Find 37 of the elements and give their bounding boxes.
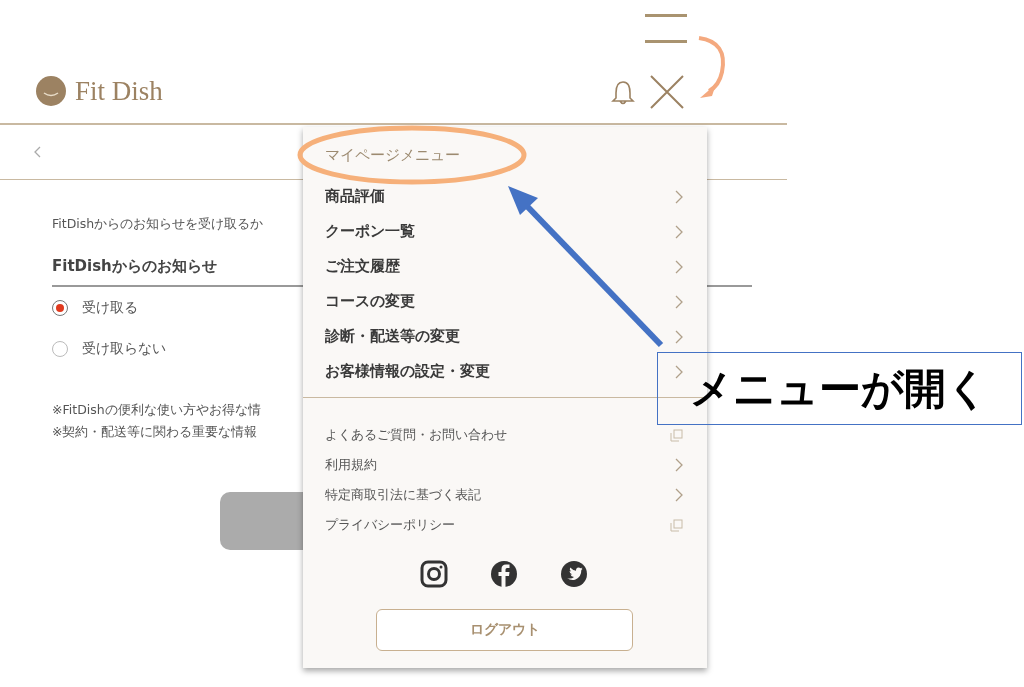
menu-item[interactable]: クーポン一覧 — [325, 222, 415, 241]
menu-item[interactable]: お客様情報の設定・変更 — [325, 362, 490, 381]
logo-icon — [35, 75, 67, 107]
radio-label[interactable]: 受け取らない — [82, 339, 166, 358]
note-text: ※FitDishの便利な使い方やお得な情 — [52, 401, 261, 419]
menu-link[interactable]: よくあるご質問・お問い合わせ — [325, 426, 507, 444]
curved-arrow — [698, 36, 725, 98]
logo-text[interactable]: Fit Dish — [75, 75, 163, 107]
chevron-icon — [675, 294, 683, 309]
chevron-icon — [675, 458, 683, 472]
chevron-icon — [675, 189, 683, 204]
external-link-icon — [670, 428, 683, 442]
menu-item[interactable]: コースの変更 — [325, 292, 415, 311]
menu-title: マイページメニュー — [325, 144, 460, 166]
close-icon[interactable] — [649, 75, 685, 109]
menu-item[interactable]: 診断・配送等の変更 — [325, 327, 460, 346]
note-text: ※契約・配送等に関わる重要な情報 — [52, 423, 258, 441]
intro-text: FitDishからのお知らせを受け取るか — [52, 216, 264, 233]
menu-item[interactable]: ご注文履歴 — [325, 257, 400, 276]
radio-label[interactable]: 受け取る — [82, 298, 138, 317]
menu-link[interactable]: 特定商取引法に基づく表記 — [325, 486, 481, 504]
menu-link[interactable]: プライバシーポリシー — [325, 516, 455, 534]
menu-item[interactable]: 商品評価 — [325, 187, 385, 206]
chevron-icon — [675, 364, 683, 379]
chevron-icon — [675, 329, 683, 344]
callout-box: メニューが開く — [657, 352, 1022, 425]
twitter-icon[interactable] — [560, 560, 588, 588]
facebook-icon[interactable] — [490, 560, 518, 588]
instagram-icon[interactable] — [420, 560, 448, 588]
chevron-icon — [675, 259, 683, 274]
chevron-icon — [675, 488, 683, 502]
bell-icon[interactable] — [611, 79, 635, 107]
menu-link[interactable]: 利用規約 — [325, 456, 377, 474]
chevron-icon — [675, 224, 683, 239]
external-link-icon — [670, 518, 683, 532]
hamburger-icon[interactable] — [645, 14, 687, 43]
back-icon[interactable] — [34, 146, 42, 158]
